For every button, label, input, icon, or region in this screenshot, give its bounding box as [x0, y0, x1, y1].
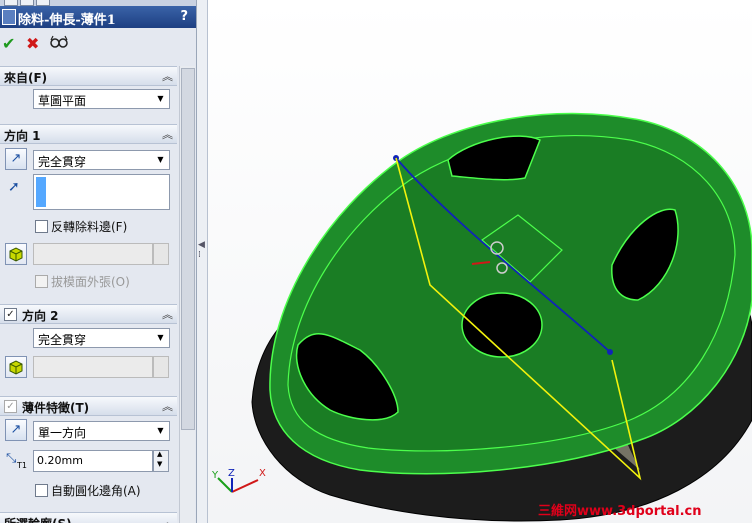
help-button[interactable]: ?	[180, 9, 188, 24]
scrollbar-thumb[interactable]	[181, 68, 195, 430]
direction-arrow-icon: ➚	[8, 179, 20, 195]
draft-outward-checkbox[interactable]	[35, 275, 48, 288]
property-manager-scrollbar[interactable]	[179, 66, 195, 523]
section-thin-feature[interactable]: ✓ 薄件特徵(T) ︽	[0, 396, 177, 416]
collapse-icon[interactable]: ︽	[162, 126, 173, 142]
feature-title-bar: 除料-伸長-薄件1 ?	[0, 6, 196, 28]
section-thin-feature-title: 薄件特徵(T)	[22, 401, 90, 415]
draft-icon	[9, 360, 23, 375]
direction2-draft-angle-spinner[interactable]	[153, 356, 169, 378]
section-from[interactable]: 來自(F) ︽	[0, 66, 177, 86]
triad-y-label: Y	[211, 470, 219, 481]
start-condition-select[interactable]: 草圖平面 ▼	[33, 89, 170, 109]
detailed-preview-button[interactable]	[50, 35, 68, 53]
draft-icon	[9, 247, 23, 262]
chevron-down-icon[interactable]: ▼	[154, 153, 167, 166]
triad-x-label: X	[259, 468, 266, 479]
thickness-icon: ⤡	[6, 451, 17, 466]
collapse-icon[interactable]: ︽	[162, 306, 173, 322]
thickness-label: T1	[17, 461, 27, 470]
start-condition-value: 草圖平面	[38, 94, 87, 108]
direction2-end-condition-value: 完全貫穿	[38, 333, 87, 347]
glasses-icon	[50, 35, 68, 48]
draft-angle-field[interactable]	[33, 243, 153, 265]
graphics-area[interactable]: Y Z X	[208, 0, 752, 523]
collapse-panel-icon[interactable]: ◀ ⁞	[198, 240, 205, 260]
draft-outward-label: 拔模面外張(O)	[51, 275, 130, 289]
chevron-down-icon[interactable]: ▼	[154, 424, 167, 437]
thin-reverse-direction-button[interactable]: ↗	[5, 419, 27, 441]
direction2-checkbox[interactable]: ✓	[4, 308, 17, 321]
spin-up-icon[interactable]: ▲	[157, 450, 162, 458]
thin-feature-checkbox[interactable]: ✓	[4, 400, 17, 413]
collapse-icon[interactable]: ︽	[162, 68, 173, 84]
action-buttons: ✔ ✖	[0, 28, 196, 60]
flip-side-to-cut-checkbox[interactable]	[35, 220, 48, 233]
thin-type-select[interactable]: 單一方向 ▼	[33, 421, 170, 441]
collapse-icon[interactable]: ︽	[162, 514, 173, 523]
feature-title: 除料-伸長-薄件1	[18, 13, 116, 28]
model-view: Y Z X	[211, 112, 752, 522]
panel-splitter[interactable]: ◀ ⁞	[197, 0, 208, 523]
property-manager: 除料-伸長-薄件1 ? ✔ ✖ 來自(F) ︽ 草圖平面 ▼ 方向 1 ︽ ↗ …	[0, 0, 197, 523]
flip-side-to-cut-label: 反轉除料邊(F)	[51, 220, 128, 234]
selection-highlight	[36, 177, 46, 207]
watermark: 三維网www.3dportal.cn	[538, 504, 702, 519]
section-direction1-title: 方向 1	[4, 129, 41, 143]
spin-down-icon[interactable]: ▼	[157, 460, 162, 468]
extruded-cut-icon	[2, 9, 16, 25]
draft-button[interactable]	[5, 243, 27, 265]
thin-type-value: 單一方向	[38, 426, 87, 440]
direction2-end-condition-select[interactable]: 完全貫穿 ▼	[33, 328, 170, 348]
thickness-spinner[interactable]: ▲ ▼	[153, 450, 169, 472]
auto-fillet-checkbox[interactable]	[35, 484, 48, 497]
triad-z-label: Z	[228, 468, 235, 479]
draft-angle-spinner[interactable]	[153, 243, 169, 265]
sketch-point	[607, 349, 613, 355]
collapse-icon[interactable]: ︽	[162, 398, 173, 414]
section-direction2[interactable]: ✓ 方向 2 ︽	[0, 304, 177, 324]
end-condition-select[interactable]: 完全貫穿 ▼	[33, 150, 170, 170]
auto-fillet-label: 自動圓化邊角(A)	[51, 484, 141, 498]
thickness-input[interactable]: 0.20mm	[33, 450, 153, 472]
thickness-value: 0.20mm	[37, 454, 83, 467]
section-direction2-title: 方向 2	[22, 309, 59, 323]
reverse-direction-button[interactable]: ↗	[5, 148, 27, 170]
section-selected-contours-title: 所選輪廓(S)	[4, 515, 72, 523]
direction2-draft-button[interactable]	[5, 356, 27, 378]
section-from-title: 來自(F)	[4, 71, 48, 85]
section-direction1[interactable]: 方向 1 ︽	[0, 124, 177, 144]
section-selected-contours[interactable]: 所選輪廓(S) ︽	[0, 512, 177, 523]
cancel-button[interactable]: ✖	[26, 34, 39, 53]
chevron-down-icon[interactable]: ▼	[154, 331, 167, 344]
ok-button[interactable]: ✔	[2, 34, 15, 53]
direction-of-extrusion-field[interactable]	[33, 174, 170, 210]
end-condition-value: 完全貫穿	[38, 155, 87, 169]
chevron-down-icon[interactable]: ▼	[154, 92, 167, 105]
direction2-draft-angle-field[interactable]	[33, 356, 153, 378]
axis-triad	[217, 477, 259, 493]
